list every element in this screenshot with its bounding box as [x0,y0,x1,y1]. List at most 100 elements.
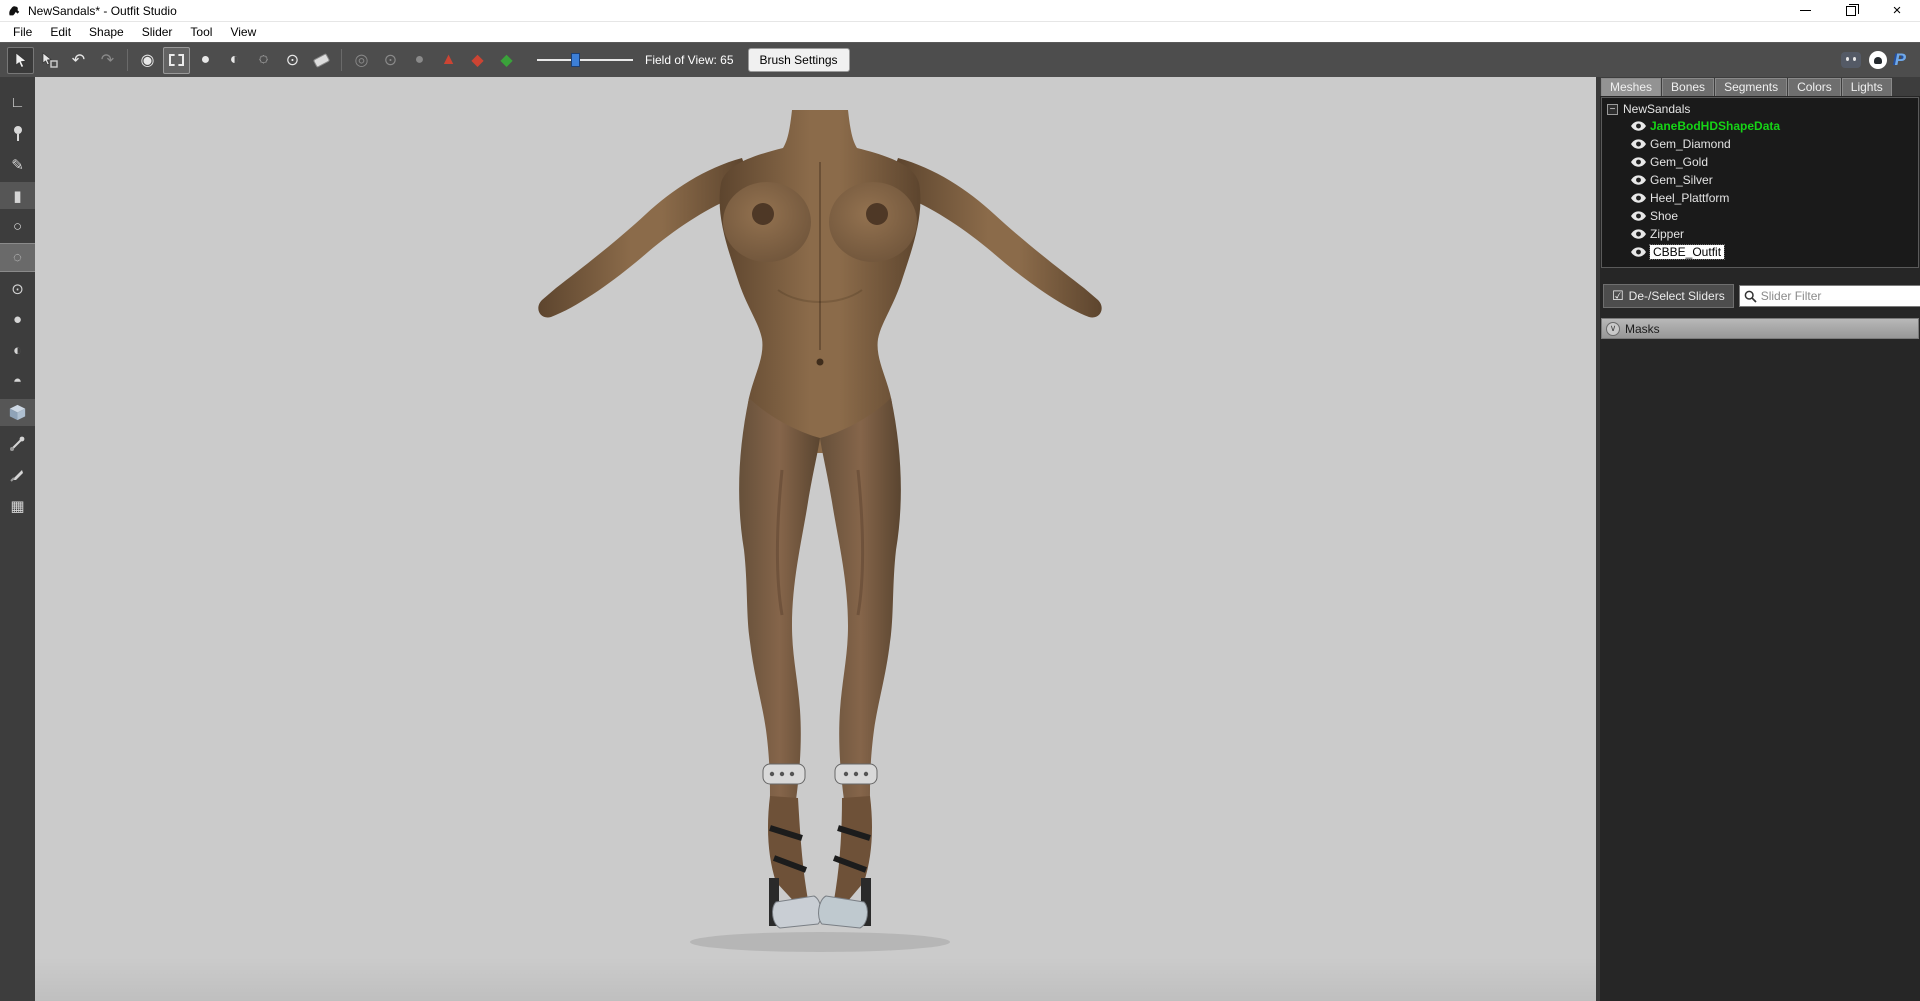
mask-brush-icon[interactable]: ◉ [134,47,161,74]
knife-icon [10,467,25,482]
mirror-triangle-icon[interactable]: ▲ [435,47,462,74]
grid-icon[interactable]: ▦ [0,492,35,519]
transform-tool-icon[interactable] [36,47,63,74]
edge-diamond-green-icon[interactable]: ◆ [493,47,520,74]
brush-circle-icon[interactable]: ○ [0,213,35,240]
tree-row-janebod[interactable]: JaneBodHDShapeData [1604,117,1916,135]
slider-filter-box[interactable]: ⊗ [1739,285,1920,307]
cursor-transform-icon [41,52,59,68]
cube-icon[interactable] [0,399,35,426]
pin-vertex-icon[interactable] [0,120,35,147]
viewport-3d[interactable] [35,77,1596,1001]
tree-row-shoe[interactable]: Shoe [1604,207,1916,225]
menu-file[interactable]: File [4,23,41,41]
mesh-tree: − NewSandals JaneBodHDShapeData Gem_Diam… [1601,97,1919,268]
tab-segments[interactable]: Segments [1715,78,1787,96]
visibility-eye-icon[interactable] [1631,211,1646,221]
tab-lights[interactable]: Lights [1842,78,1892,96]
maximize-button[interactable] [1828,0,1874,22]
move-brush-icon[interactable]: ◌ [250,47,277,74]
edge-diamond-red-icon[interactable]: ◆ [464,47,491,74]
menu-tool[interactable]: Tool [181,23,221,41]
tab-colors[interactable]: Colors [1788,78,1841,96]
window-title: NewSandals* - Outfit Studio [28,4,177,18]
weight-brush-icon[interactable]: ◎ [348,47,375,74]
knife-tool-icon[interactable] [0,461,35,488]
discord-icon[interactable] [1841,52,1861,68]
rotate-view-icon[interactable]: ∟ [0,89,35,116]
visibility-eye-icon[interactable] [1631,121,1646,131]
tree-row-gem-diamond[interactable]: Gem_Diamond [1604,135,1916,153]
erase-brush-icon[interactable] [308,47,335,74]
visibility-eye-icon[interactable] [1631,229,1646,239]
circle-dot-icon[interactable]: ⊙ [0,275,35,302]
app-icon [7,4,21,18]
vertex-icon [10,436,25,451]
masks-section-header[interactable]: ∨ Masks [1601,318,1919,339]
deselect-sliders-label: De-/Select Sliders [1629,289,1725,303]
select-tool-icon[interactable] [7,47,34,74]
paypal-icon[interactable]: P [1895,50,1906,70]
marker-icon[interactable]: ▮ [0,182,35,209]
fov-slider[interactable] [537,52,633,68]
model-female-body[interactable] [520,110,1120,960]
tree-row-cbbe-outfit[interactable]: CBBE_Outfit [1604,243,1916,261]
menu-edit[interactable]: Edit [41,23,80,41]
filled-circle-icon[interactable]: ● [0,306,35,333]
mesh-label[interactable]: Zipper [1650,227,1684,241]
restore-icon [1846,6,1856,16]
tree-row-heel-plattform[interactable]: Heel_Plattform [1604,189,1916,207]
tab-meshes[interactable]: Meshes [1601,78,1661,96]
tree-root-row[interactable]: − NewSandals [1604,101,1916,117]
fov-slider-thumb[interactable] [571,53,580,67]
mesh-label[interactable]: Gem_Gold [1650,155,1708,169]
deflate-brush-icon[interactable]: ◐ [221,47,248,74]
rect-mask-select-icon[interactable] [163,47,190,74]
undo-icon[interactable]: ↶ [65,47,92,74]
close-icon: × [1893,3,1902,18]
mesh-label[interactable]: JaneBodHDShapeData [1650,119,1780,133]
fov-slider-track[interactable] [537,59,633,61]
chevron-down-icon[interactable]: ∨ [1606,322,1620,336]
redo-icon[interactable]: ↷ [94,47,121,74]
smooth-brush-icon[interactable]: ⊙ [279,47,306,74]
main-area: ∟ ✎ ▮ ○ ◌ ⊙ ● ◐ ◓ ▦ [0,77,1920,1001]
visibility-eye-icon[interactable] [1631,157,1646,167]
visibility-eye-icon[interactable] [1631,139,1646,149]
tree-row-zipper[interactable]: Zipper [1604,225,1916,243]
mesh-label[interactable]: Gem_Silver [1650,173,1713,187]
close-button[interactable]: × [1874,0,1920,22]
mesh-label[interactable]: Heel_Plattform [1650,191,1729,205]
visibility-eye-icon[interactable] [1631,175,1646,185]
color-brush-icon[interactable]: ⊙ [377,47,404,74]
mesh-label[interactable]: Shoe [1650,209,1678,223]
visibility-eye-icon[interactable] [1631,247,1646,257]
viewport-floor-shade [35,957,1596,1001]
menu-bar: File Edit Shape Slider Tool View [0,22,1920,42]
sphere-half-icon[interactable]: ◐ [0,337,35,364]
mesh-label[interactable]: Gem_Diamond [1650,137,1731,151]
visibility-eye-icon[interactable] [1631,193,1646,203]
tree-row-gem-silver[interactable]: Gem_Silver [1604,171,1916,189]
inflate-brush-icon[interactable]: ● [192,47,219,74]
cube-3d-icon [9,404,26,421]
tree-expander-icon[interactable]: − [1607,104,1618,115]
menu-view[interactable]: View [221,23,265,41]
mask-dotted-circle-icon[interactable]: ◌ [0,244,35,271]
brush-settings-button[interactable]: Brush Settings [748,48,850,72]
menu-shape[interactable]: Shape [80,23,133,41]
alpha-brush-icon[interactable]: ● [406,47,433,74]
sphere-top-icon[interactable]: ◓ [0,368,35,395]
minimize-button[interactable] [1782,0,1828,22]
tab-bones[interactable]: Bones [1662,78,1714,96]
pencil-icon[interactable]: ✎ [0,151,35,178]
deselect-sliders-button[interactable]: ☑ De-/Select Sliders [1603,284,1734,308]
mesh-label-editing[interactable]: CBBE_Outfit [1650,245,1724,259]
menu-slider[interactable]: Slider [133,23,182,41]
eraser-icon [313,53,330,68]
vertex-tool-icon[interactable] [0,430,35,457]
github-icon[interactable] [1869,51,1887,69]
tree-row-gem-gold[interactable]: Gem_Gold [1604,153,1916,171]
search-icon [1744,290,1757,303]
slider-filter-input[interactable] [1761,289,1916,303]
